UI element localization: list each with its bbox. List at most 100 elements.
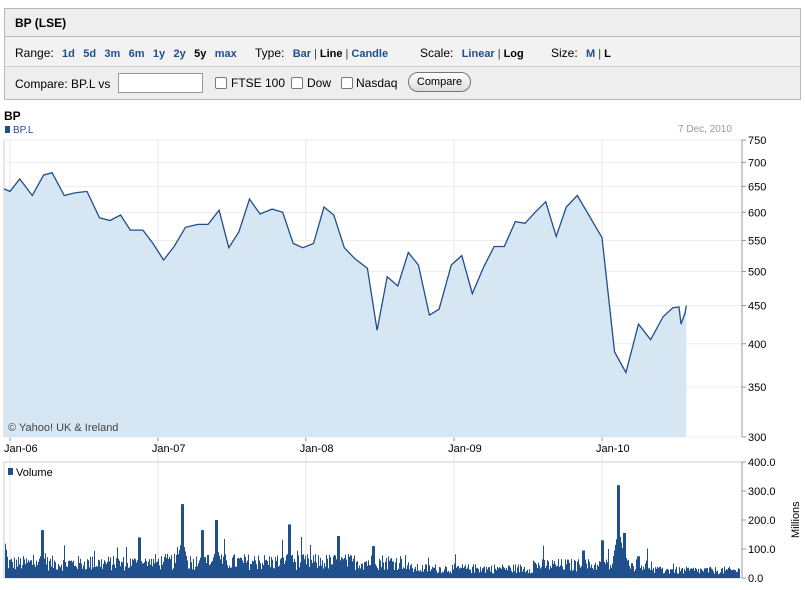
volume-bar: [68, 561, 69, 578]
volume-bar: [517, 567, 518, 578]
volume-bar: [115, 568, 116, 578]
volume-bar: [719, 573, 720, 578]
volume-tick-label: 300.0: [748, 486, 776, 498]
volume-bar: [261, 569, 262, 578]
x-tick-label: Jan-10: [596, 443, 630, 455]
volume-bar: [593, 569, 594, 578]
volume-bar: [666, 569, 667, 578]
volume-bar: [445, 566, 446, 578]
volume-bar: [273, 567, 274, 578]
volume-bar: [290, 524, 291, 578]
volume-bar: [260, 563, 261, 578]
volume-bar: [345, 554, 346, 578]
volume-bar: [362, 563, 363, 578]
volume-bar: [75, 565, 76, 578]
volume-bar: [60, 567, 61, 578]
volume-bar: [678, 573, 679, 578]
volume-bar: [701, 569, 702, 578]
volume-bar: [241, 557, 242, 578]
volume-bar: [238, 557, 239, 578]
volume-bar: [736, 572, 737, 578]
volume-bar: [713, 571, 714, 578]
volume-bar: [204, 557, 205, 578]
volume-bar: [373, 546, 374, 578]
volume-bar: [264, 555, 265, 578]
volume-tick-label: 100.0: [748, 544, 776, 556]
volume-bar: [119, 560, 120, 578]
volume-bar: [244, 554, 245, 578]
volume-bar: [41, 530, 42, 578]
volume-bar: [738, 568, 739, 578]
volume-bar: [688, 567, 689, 578]
volume-bar: [702, 570, 703, 578]
volume-bar: [156, 562, 157, 578]
volume-bar: [12, 562, 13, 578]
volume-bar: [221, 554, 222, 578]
volume-bar: [226, 560, 227, 578]
volume-bar: [556, 566, 557, 578]
volume-bar: [35, 567, 36, 578]
volume-bar: [707, 568, 708, 578]
volume-bar: [287, 554, 288, 578]
volume-bar: [300, 562, 301, 578]
volume-bar: [34, 564, 35, 578]
volume-bar: [327, 558, 328, 578]
volume-bar: [353, 558, 354, 578]
volume-bar: [235, 566, 236, 578]
volume-bar: [276, 560, 277, 578]
volume-bar: [56, 569, 57, 578]
volume-bar: [333, 556, 334, 578]
volume-bar: [172, 569, 173, 578]
volume-bar: [483, 567, 484, 578]
volume-bar: [272, 559, 273, 578]
volume-bar: [348, 554, 349, 578]
volume-bar: [19, 564, 20, 578]
volume-bar: [547, 560, 548, 578]
volume-bar: [457, 566, 458, 578]
volume-bar: [710, 566, 711, 578]
volume-bar: [434, 567, 435, 578]
volume-bar: [489, 567, 490, 578]
volume-bar: [717, 570, 718, 578]
volume-bar: [615, 544, 616, 578]
volume-bar: [140, 537, 141, 578]
volume-bar: [15, 569, 16, 578]
volume-bar: [433, 567, 434, 578]
volume-bar: [320, 557, 321, 578]
volume-bar: [570, 570, 571, 578]
volume-bar: [376, 566, 377, 578]
volume-bar: [440, 567, 441, 578]
volume-bar: [271, 556, 272, 578]
volume-bar: [506, 568, 507, 578]
volume-bar: [657, 566, 658, 578]
volume-bar: [22, 565, 23, 578]
volume-bar: [670, 569, 671, 578]
volume-bar: [651, 561, 652, 578]
volume-bar: [411, 564, 412, 578]
volume-bar: [216, 520, 217, 578]
volume-bar: [551, 567, 552, 578]
volume-bar: [48, 570, 49, 578]
volume-bar: [13, 567, 14, 578]
volume-bar: [152, 566, 153, 578]
volume-bar: [655, 567, 656, 578]
volume-bar: [671, 569, 672, 578]
volume-bar: [475, 564, 476, 578]
volume-bar: [165, 554, 166, 578]
volume-bar: [383, 562, 384, 578]
volume-bar: [509, 565, 510, 578]
volume-bar: [425, 564, 426, 578]
volume-bar: [16, 559, 17, 578]
volume-bar: [733, 569, 734, 578]
volume-bar: [546, 565, 547, 578]
volume-bar: [319, 566, 320, 578]
volume-bar: [616, 539, 617, 578]
x-tick-label: Jan-07: [152, 443, 186, 455]
volume-bar: [672, 569, 673, 578]
volume-bar: [658, 568, 659, 578]
volume-bar: [653, 567, 654, 578]
volume-bar: [151, 558, 152, 578]
volume-bar: [33, 555, 34, 578]
volume-bar: [95, 567, 96, 578]
volume-bar: [638, 556, 639, 579]
